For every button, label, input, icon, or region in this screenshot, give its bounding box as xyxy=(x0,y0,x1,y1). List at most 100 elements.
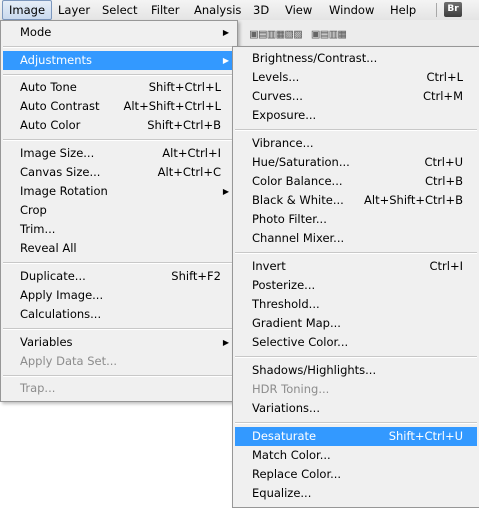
menu-item-match-color[interactable]: Match Color... xyxy=(235,446,477,465)
menu-item-threshold[interactable]: Threshold... xyxy=(235,295,477,314)
submenu-arrow-icon: ▶ xyxy=(222,56,229,65)
menu-item-shortcut: Alt+Ctrl+C xyxy=(157,165,221,179)
menu-item-label: Auto Tone xyxy=(20,80,77,94)
menu-separator xyxy=(235,422,477,424)
menu-item-apply-data-set: Apply Data Set... xyxy=(3,352,235,371)
menu-view[interactable]: View xyxy=(279,0,318,20)
submenu-arrow-icon: ▶ xyxy=(222,338,229,347)
menu-item-photo-filter[interactable]: Photo Filter... xyxy=(235,210,477,229)
bridge-launch-button[interactable]: Br xyxy=(444,2,462,17)
menu-item-desaturate[interactable]: Desaturate Shift+Ctrl+U xyxy=(235,427,477,446)
menubar-divider xyxy=(436,3,437,17)
menu-item-label: Color Balance... xyxy=(252,174,343,188)
menu-item-label: Variations... xyxy=(252,401,320,415)
menu-item-label: Trap... xyxy=(20,381,56,395)
menu-item-curves[interactable]: Curves... Ctrl+M xyxy=(235,87,477,106)
menu-item-shortcut: Shift+Ctrl+B xyxy=(147,118,221,132)
menu-item-hdr-toning: HDR Toning... xyxy=(235,380,477,399)
menu-item-posterize[interactable]: Posterize... xyxy=(235,276,477,295)
menu-item-label: Adjustments xyxy=(20,53,93,67)
menu-item-label: Hue/Saturation... xyxy=(252,155,350,169)
menu-item-levels[interactable]: Levels... Ctrl+L xyxy=(235,68,477,87)
menu-item-adjustments[interactable]: Adjustments ▶ xyxy=(3,51,235,70)
menu-separator xyxy=(3,139,235,141)
menu-item-label: Curves... xyxy=(252,89,303,103)
menu-item-label: Variables xyxy=(20,335,73,349)
menu-item-shortcut: Ctrl+M xyxy=(422,89,463,103)
menu-separator xyxy=(3,74,235,76)
adjustments-submenu: Brightness/Contrast... Levels... Ctrl+L … xyxy=(232,46,479,508)
menu-window[interactable]: Window xyxy=(323,0,380,20)
menu-item-variables[interactable]: Variables ▶ xyxy=(3,333,235,352)
menu-item-gradient-map[interactable]: Gradient Map... xyxy=(235,314,477,333)
menu-item-variations[interactable]: Variations... xyxy=(235,399,477,418)
menu-item-shadows-highlights[interactable]: Shadows/Highlights... xyxy=(235,361,477,380)
menu-item-apply-image[interactable]: Apply Image... xyxy=(3,286,235,305)
menu-item-label: Posterize... xyxy=(252,278,316,292)
menu-analysis[interactable]: Analysis xyxy=(188,0,247,20)
menu-item-replace-color[interactable]: Replace Color... xyxy=(235,465,477,484)
menu-item-auto-contrast[interactable]: Auto Contrast Alt+Shift+Ctrl+L xyxy=(3,97,235,116)
menu-separator xyxy=(235,356,477,358)
menu-item-label: Exposure... xyxy=(252,108,317,122)
menu-item-label: Image Rotation xyxy=(20,184,108,198)
menu-item-label: HDR Toning... xyxy=(252,382,330,396)
menu-item-auto-tone[interactable]: Auto Tone Shift+Ctrl+L xyxy=(3,78,235,97)
menu-item-label: Equalize... xyxy=(252,486,312,500)
menu-item-label: Channel Mixer... xyxy=(252,231,345,245)
menu-separator xyxy=(3,375,235,377)
menu-item-label: Gradient Map... xyxy=(252,316,341,330)
menu-item-shortcut: Shift+Ctrl+L xyxy=(148,80,221,94)
menu-image[interactable]: Image xyxy=(2,0,53,20)
menu-item-selective-color[interactable]: Selective Color... xyxy=(235,333,477,352)
menu-layer[interactable]: Layer xyxy=(52,0,96,20)
menu-item-label: Threshold... xyxy=(252,297,320,311)
menu-item-equalize[interactable]: Equalize... xyxy=(235,484,477,503)
menu-item-label: Selective Color... xyxy=(252,335,349,349)
menu-item-label: Photo Filter... xyxy=(252,212,327,226)
menu-item-crop[interactable]: Crop xyxy=(3,201,235,220)
menu-item-label: Auto Contrast xyxy=(20,99,100,113)
menu-item-black-white[interactable]: Black & White... Alt+Shift+Ctrl+B xyxy=(235,191,477,210)
menu-item-label: Image Size... xyxy=(20,146,95,160)
menu-item-shortcut: Ctrl+B xyxy=(425,174,463,188)
menu-item-label: Invert xyxy=(252,259,286,273)
menu-item-shortcut: Ctrl+I xyxy=(429,259,464,273)
menu-filter[interactable]: Filter xyxy=(145,0,185,20)
menu-item-image-size[interactable]: Image Size... Alt+Ctrl+I xyxy=(3,144,235,163)
menu-item-label: Mode xyxy=(20,25,52,39)
menu-item-hue-saturation[interactable]: Hue/Saturation... Ctrl+U xyxy=(235,153,477,172)
menu-item-label: Duplicate... xyxy=(20,269,86,283)
menu-item-brightness-contrast[interactable]: Brightness/Contrast... xyxy=(235,49,477,68)
menu-item-shortcut: Ctrl+L xyxy=(426,70,463,84)
menu-select[interactable]: Select xyxy=(96,0,143,20)
menu-separator xyxy=(3,262,235,264)
menu-item-duplicate[interactable]: Duplicate... Shift+F2 xyxy=(3,267,235,286)
menu-item-trap: Trap... xyxy=(3,379,235,398)
menu-separator xyxy=(235,252,477,254)
menu-item-shortcut: Shift+F2 xyxy=(171,269,221,283)
menu-item-auto-color[interactable]: Auto Color Shift+Ctrl+B xyxy=(3,116,235,135)
menu-item-trim[interactable]: Trim... xyxy=(3,220,235,239)
menu-item-label: Brightness/Contrast... xyxy=(252,51,378,65)
menu-item-label: Black & White... xyxy=(252,193,344,207)
menu-item-color-balance[interactable]: Color Balance... Ctrl+B xyxy=(235,172,477,191)
menu-item-channel-mixer[interactable]: Channel Mixer... xyxy=(235,229,477,248)
menu-item-reveal-all[interactable]: Reveal All xyxy=(3,239,235,258)
menu-item-calculations[interactable]: Calculations... xyxy=(3,305,235,324)
menu-item-mode[interactable]: Mode ▶ xyxy=(3,23,235,42)
menu-item-label: Calculations... xyxy=(20,307,102,321)
menu-item-vibrance[interactable]: Vibrance... xyxy=(235,134,477,153)
menu-item-label: Replace Color... xyxy=(252,467,342,481)
menu-item-label: Desaturate xyxy=(252,429,317,443)
menu-item-label: Apply Image... xyxy=(20,288,104,302)
menu-help[interactable]: Help xyxy=(384,0,422,20)
menu-item-image-rotation[interactable]: Image Rotation ▶ xyxy=(3,182,235,201)
menu-item-canvas-size[interactable]: Canvas Size... Alt+Ctrl+C xyxy=(3,163,235,182)
menu-item-shortcut: Ctrl+U xyxy=(424,155,463,169)
menu-item-exposure[interactable]: Exposure... xyxy=(235,106,477,125)
menu-3d[interactable]: 3D xyxy=(247,0,275,20)
submenu-arrow-icon: ▶ xyxy=(222,28,229,37)
menu-item-label: Crop xyxy=(20,203,47,217)
menu-item-invert[interactable]: Invert Ctrl+I xyxy=(235,257,477,276)
